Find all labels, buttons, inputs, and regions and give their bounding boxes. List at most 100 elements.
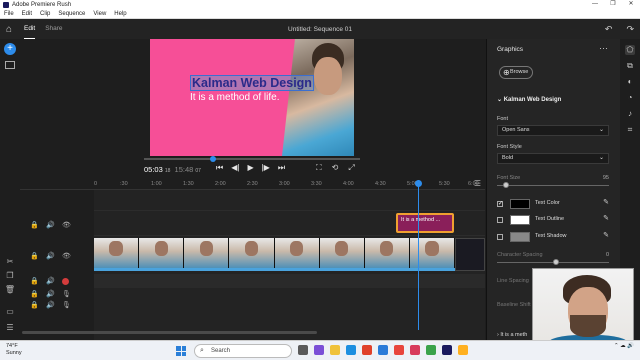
playhead-handle[interactable] <box>415 180 422 187</box>
maximize-button[interactable]: ❐ <box>604 0 622 9</box>
transitions-icon[interactable]: ⧉ <box>625 61 635 71</box>
microphone-icon[interactable]: 🎙 <box>62 290 71 298</box>
undo-icon[interactable]: ↶ <box>605 24 613 35</box>
title-graphic-text[interactable]: Kalman Web Design <box>190 75 314 91</box>
font-size-slider[interactable] <box>497 185 609 186</box>
end-clip[interactable] <box>455 238 485 271</box>
eyedropper-icon[interactable]: ✎ <box>603 214 609 222</box>
chrome-icon[interactable] <box>394 345 404 355</box>
graphic-section-header[interactable]: ⌄ Kalman Web Design <box>497 96 561 103</box>
project-assets-icon[interactable] <box>5 61 15 69</box>
system-tray[interactable]: ⌃ ☁ 🔊 <box>614 343 634 350</box>
mute-icon[interactable]: 🔊 <box>46 221 55 229</box>
more-options-icon[interactable]: ··· <box>599 43 608 53</box>
second-graphic-section[interactable]: › It is a meth <box>497 332 527 338</box>
step-back-icon[interactable]: ◀| <box>231 163 239 173</box>
character-spacing-value[interactable]: 0 <box>606 252 609 258</box>
redo-icon[interactable]: ↷ <box>626 24 634 35</box>
track-toggle-icon[interactable]: ▭ <box>4 307 16 317</box>
mute-icon[interactable]: 🔊 <box>46 290 55 298</box>
timeline-list-icon[interactable]: ☰ <box>4 323 16 333</box>
audio-track[interactable] <box>94 274 485 288</box>
video-clip[interactable] <box>94 238 455 271</box>
crop-icon[interactable]: ⌗ <box>625 125 635 135</box>
tab-edit[interactable]: Edit <box>24 19 36 39</box>
app-icon[interactable] <box>458 345 468 355</box>
timeline-tracks[interactable]: It is a method ... <box>94 190 485 340</box>
menu-view[interactable]: View <box>93 11 106 17</box>
go-to-end-icon[interactable]: ⏭ <box>278 163 285 173</box>
file-explorer-icon[interactable] <box>330 345 340 355</box>
store-icon[interactable] <box>378 345 388 355</box>
clip-thumbnail <box>139 238 185 271</box>
menu-edit[interactable]: Edit <box>22 11 32 17</box>
eye-icon[interactable]: 👁 <box>62 252 71 260</box>
preview-scrubber[interactable] <box>144 156 360 162</box>
lock-icon[interactable]: 🔒 <box>30 301 39 309</box>
loop-icon[interactable]: ⟲ <box>332 163 339 173</box>
title-clip[interactable]: It is a method ... <box>396 213 454 233</box>
text-color-swatch[interactable] <box>510 199 530 209</box>
mute-icon[interactable]: 🔊 <box>46 301 55 309</box>
play-icon[interactable]: ▶ <box>247 163 253 173</box>
timeline-scrollbar[interactable] <box>22 331 317 334</box>
menu-help[interactable]: Help <box>114 11 126 17</box>
home-icon[interactable]: ⌂ <box>0 19 18 39</box>
step-forward-icon[interactable]: |▶ <box>262 163 270 173</box>
menu-sequence[interactable]: Sequence <box>58 11 85 17</box>
mute-icon[interactable]: 🔊 <box>46 277 55 285</box>
font-dropdown[interactable]: Open Sans ⌄ <box>497 125 609 136</box>
record-voiceover-icon[interactable] <box>62 278 69 285</box>
lock-icon[interactable]: 🔒 <box>30 290 39 298</box>
lock-icon[interactable]: 🔒 <box>30 252 39 260</box>
mute-icon[interactable]: 🔊 <box>46 252 55 260</box>
font-style-dropdown[interactable]: Bold ⌄ <box>497 153 609 164</box>
teams-icon[interactable] <box>314 345 324 355</box>
add-media-button[interactable]: + <box>4 43 16 55</box>
eye-icon[interactable]: 👁 <box>62 221 71 229</box>
premiere-rush-taskbar-icon[interactable] <box>442 345 452 355</box>
font-size-slider-knob[interactable] <box>503 182 509 188</box>
fullscreen-icon[interactable]: ⤢ <box>348 163 354 173</box>
app-icon[interactable] <box>410 345 420 355</box>
text-shadow-checkbox[interactable] <box>497 234 503 240</box>
text-outline-swatch[interactable] <box>510 215 530 225</box>
edge-icon[interactable] <box>346 345 356 355</box>
speed-icon[interactable]: ◔ <box>625 93 635 103</box>
playhead[interactable] <box>418 180 419 330</box>
app-icon[interactable] <box>426 345 436 355</box>
tab-share[interactable]: Share <box>45 19 62 39</box>
trash-icon[interactable]: 🗑 <box>4 285 16 295</box>
video-preview[interactable]: Kalman Web Design It is a method of life… <box>150 39 354 156</box>
browse-button[interactable]: ⊕ Browse <box>499 66 533 79</box>
menu-clip[interactable]: Clip <box>40 11 50 17</box>
color-icon[interactable]: ◐ <box>625 77 635 87</box>
text-color-checkbox[interactable] <box>497 200 503 207</box>
office-icon[interactable] <box>362 345 372 355</box>
character-spacing-slider-knob[interactable] <box>553 259 559 265</box>
font-size-value[interactable]: 95 <box>603 175 609 181</box>
scissors-icon[interactable]: ✂ <box>4 257 16 267</box>
text-shadow-swatch[interactable] <box>510 232 530 242</box>
lock-icon[interactable]: 🔒 <box>30 221 39 229</box>
duplicate-icon[interactable]: ❐ <box>4 271 16 281</box>
weather-widget[interactable]: 74°F Sunny <box>6 343 22 357</box>
text-outline-checkbox[interactable] <box>497 217 503 223</box>
timeline-menu-icon[interactable]: ☰ <box>474 179 481 188</box>
go-to-start-icon[interactable]: ⏮ <box>216 163 223 173</box>
lock-icon[interactable]: 🔒 <box>30 277 39 285</box>
windows-start-icon[interactable] <box>176 346 186 356</box>
close-button[interactable]: ✕ <box>622 0 640 9</box>
audio-icon[interactable]: ♪ <box>625 109 635 119</box>
task-view-icon[interactable] <box>298 345 308 355</box>
microphone-icon[interactable]: 🎙 <box>62 301 71 309</box>
graphics-icon[interactable]: ⬠ <box>625 45 635 55</box>
eyedropper-icon[interactable]: ✎ <box>603 231 609 239</box>
taskbar-search[interactable]: ⌕ Search <box>194 344 292 358</box>
menu-file[interactable]: File <box>4 11 14 17</box>
subtitle-graphic-text[interactable]: It is a method of life. <box>190 92 280 103</box>
eyedropper-icon[interactable]: ✎ <box>603 198 609 206</box>
font-size-label: Font Size <box>497 175 521 181</box>
fit-frame-icon[interactable]: ⛶ <box>316 163 322 173</box>
minimize-button[interactable]: — <box>586 0 604 9</box>
